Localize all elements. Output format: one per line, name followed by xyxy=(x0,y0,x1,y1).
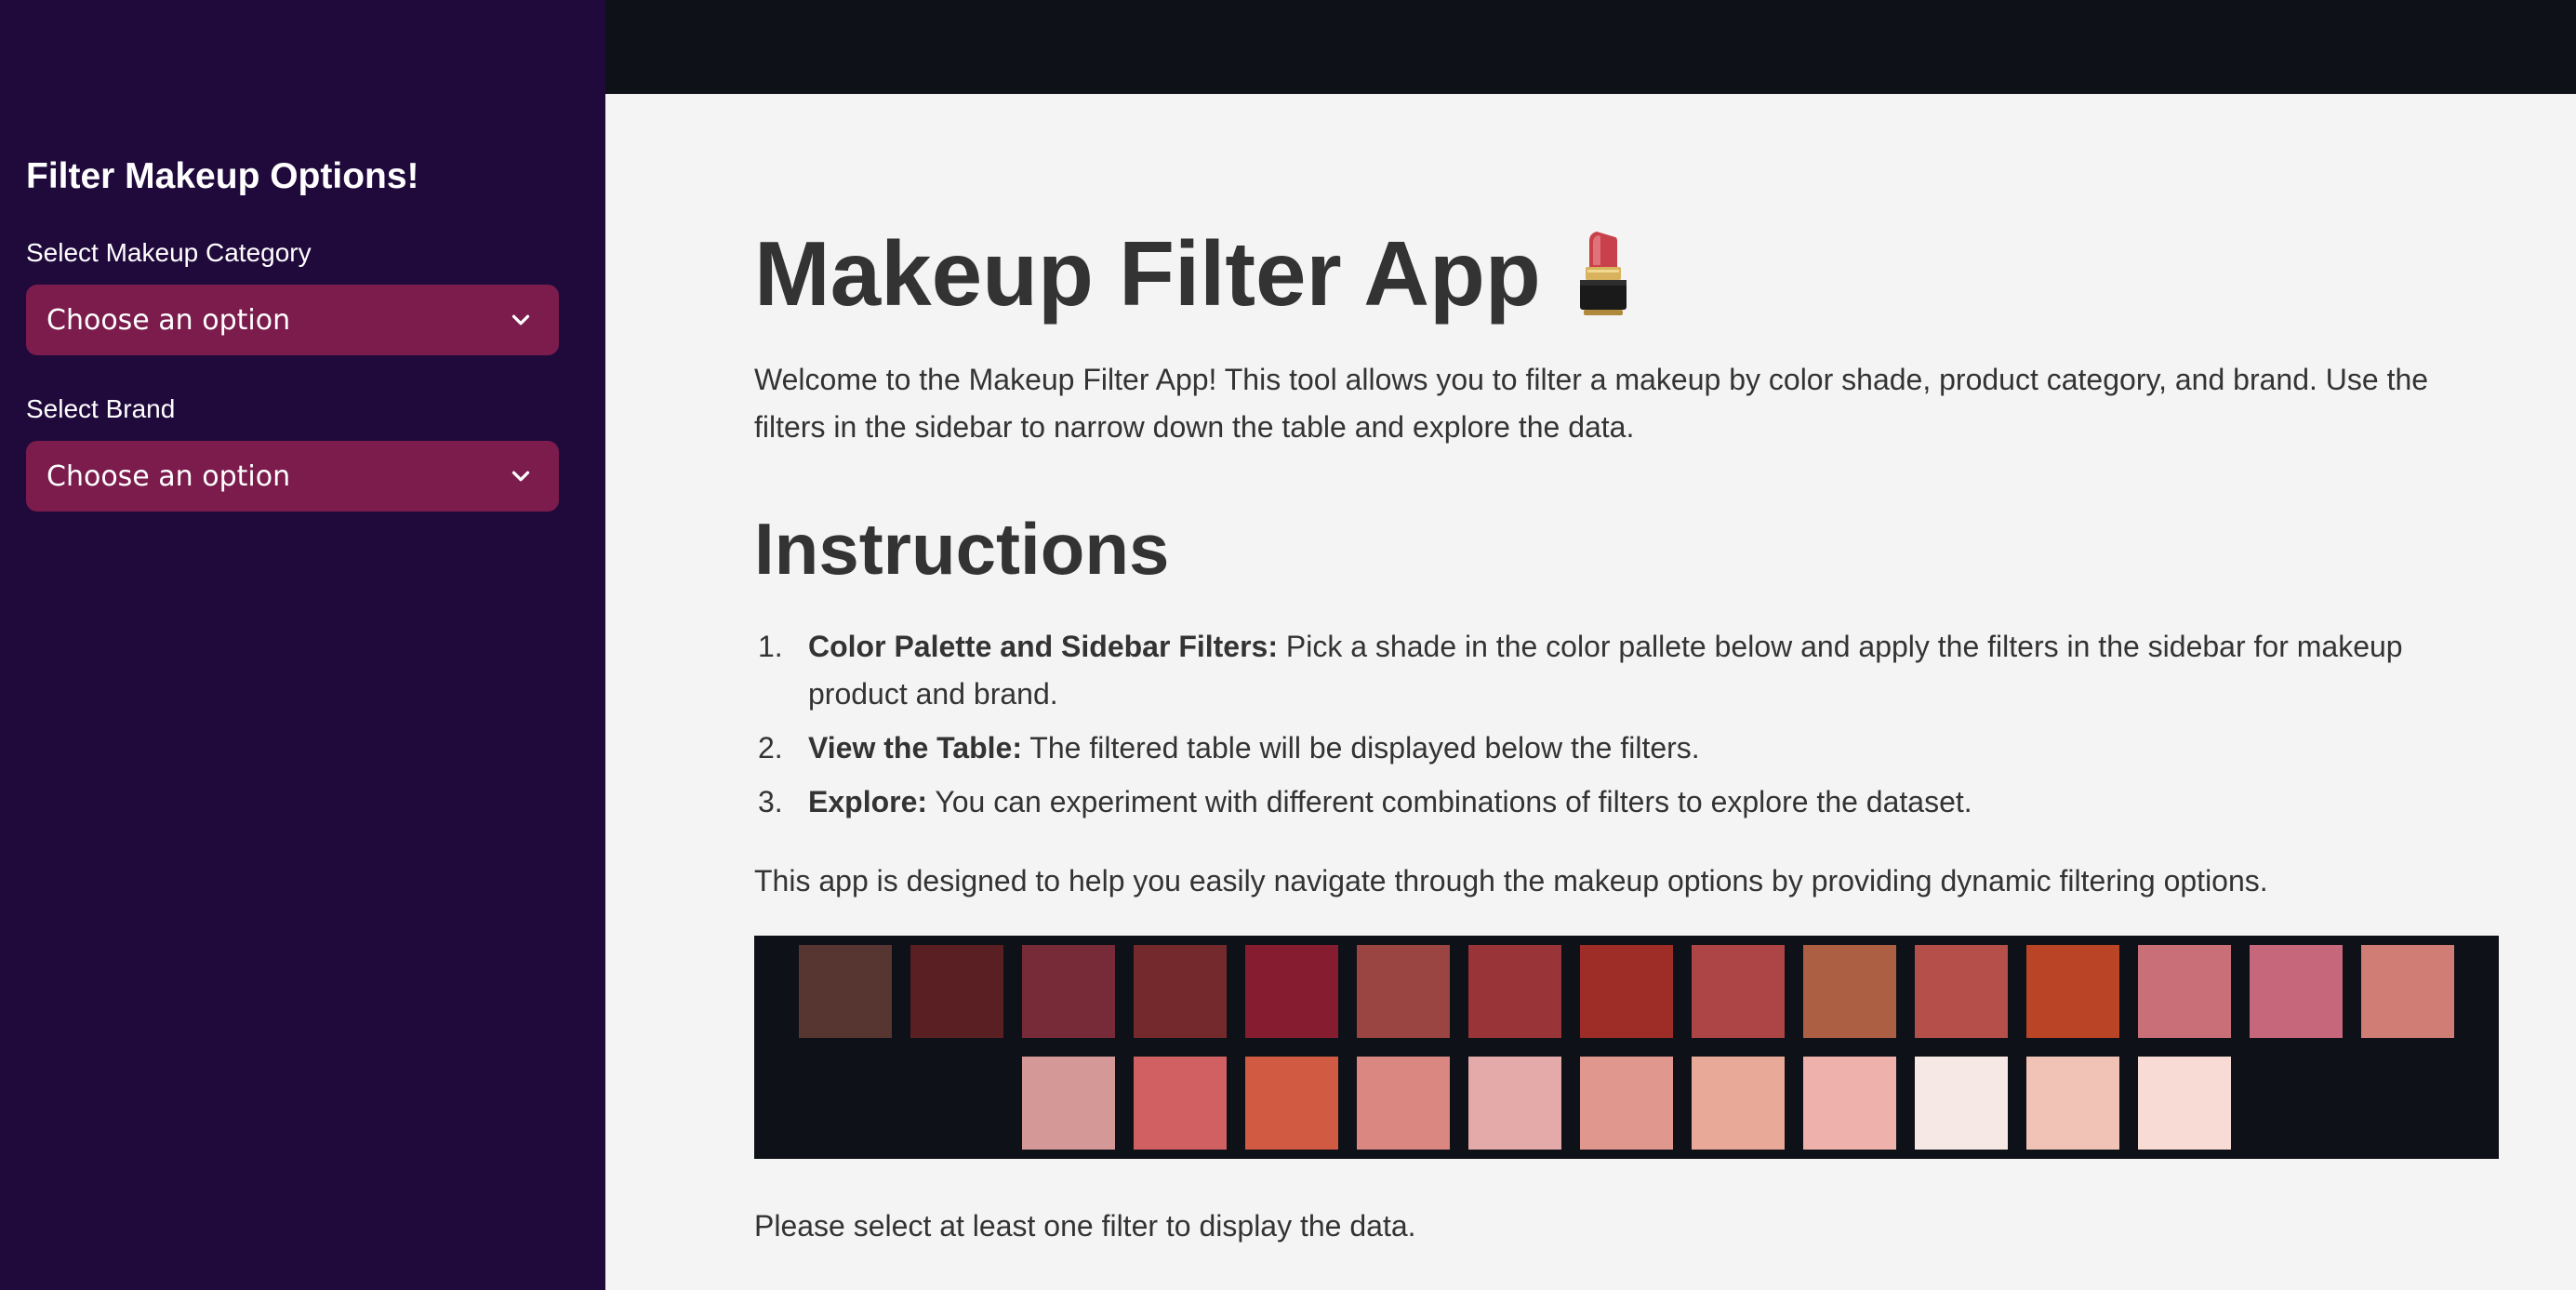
color-swatch[interactable] xyxy=(1357,1057,1450,1150)
color-swatch[interactable] xyxy=(1245,1057,1338,1150)
list-item: 2. View the Table: The filtered table wil… xyxy=(754,725,2499,772)
list-number: 3. xyxy=(758,785,783,818)
color-swatch[interactable] xyxy=(1022,1057,1115,1150)
category-select[interactable]: Choose an option xyxy=(26,285,559,355)
color-swatch[interactable] xyxy=(2138,945,2231,1038)
list-item-title: View the Table: xyxy=(808,731,1022,765)
top-header-bar xyxy=(605,0,2576,94)
color-swatch[interactable] xyxy=(1468,1057,1561,1150)
category-label: Select Makeup Category xyxy=(26,238,312,267)
brand-select-value: Choose an option xyxy=(46,459,291,493)
instructions-heading: Instructions xyxy=(754,508,1170,590)
brand-label: Select Brand xyxy=(26,394,176,423)
list-item-text: You can experiment with different combin… xyxy=(927,785,1972,818)
color-swatch[interactable] xyxy=(1468,945,1561,1038)
color-swatch[interactable] xyxy=(2026,945,2119,1038)
color-swatch[interactable] xyxy=(1803,1057,1896,1150)
brand-select[interactable]: Choose an option xyxy=(26,441,559,512)
list-number: 2. xyxy=(758,731,783,765)
color-swatch[interactable] xyxy=(1915,1057,2008,1150)
page-title: Makeup Filter App xyxy=(754,221,1634,326)
instructions-list: 1. Color Palette and Sidebar Filters: Pic… xyxy=(754,623,2499,832)
color-swatch[interactable] xyxy=(1692,945,1785,1038)
chevron-down-icon xyxy=(511,471,530,482)
color-swatch[interactable] xyxy=(1357,945,1450,1038)
color-swatch[interactable] xyxy=(1915,945,2008,1038)
list-number: 1. xyxy=(758,630,783,663)
color-swatch[interactable] xyxy=(2361,945,2454,1038)
color-swatch[interactable] xyxy=(1022,945,1115,1038)
color-swatch[interactable] xyxy=(799,945,892,1038)
color-swatch[interactable] xyxy=(2138,1057,2231,1150)
list-item-title: Explore: xyxy=(808,785,928,818)
list-item: 3. Explore: You can experiment with diffe… xyxy=(754,778,2499,826)
list-item: 1. Color Palette and Sidebar Filters: Pic… xyxy=(754,623,2499,718)
list-item-title: Color Palette and Sidebar Filters: xyxy=(808,630,1278,663)
empty-state-message: Please select at least one filter to dis… xyxy=(754,1209,1416,1243)
summary-paragraph: This app is designed to help you easily … xyxy=(754,864,2268,898)
color-swatch[interactable] xyxy=(1803,945,1896,1038)
color-swatch[interactable] xyxy=(1134,1057,1227,1150)
category-select-value: Choose an option xyxy=(46,303,291,337)
color-palette xyxy=(754,936,2499,1159)
color-swatch[interactable] xyxy=(2026,1057,2119,1150)
sidebar-title: Filter Makeup Options! xyxy=(26,156,419,196)
color-swatch[interactable] xyxy=(1134,945,1227,1038)
color-swatch[interactable] xyxy=(910,945,1003,1038)
color-swatch[interactable] xyxy=(1580,945,1673,1038)
page-title-text: Makeup Filter App xyxy=(754,222,1541,325)
color-swatch[interactable] xyxy=(1245,945,1338,1038)
color-swatch[interactable] xyxy=(1692,1057,1785,1150)
list-item-text: The filtered table will be displayed bel… xyxy=(1021,731,1700,765)
color-swatch[interactable] xyxy=(1580,1057,1673,1150)
chevron-down-icon xyxy=(511,314,530,326)
sidebar: Filter Makeup Options! Select Makeup Cat… xyxy=(0,0,605,1290)
lipstick-icon xyxy=(1579,231,1627,315)
color-swatch[interactable] xyxy=(2250,945,2343,1038)
intro-paragraph: Welcome to the Makeup Filter App! This t… xyxy=(754,363,2429,444)
